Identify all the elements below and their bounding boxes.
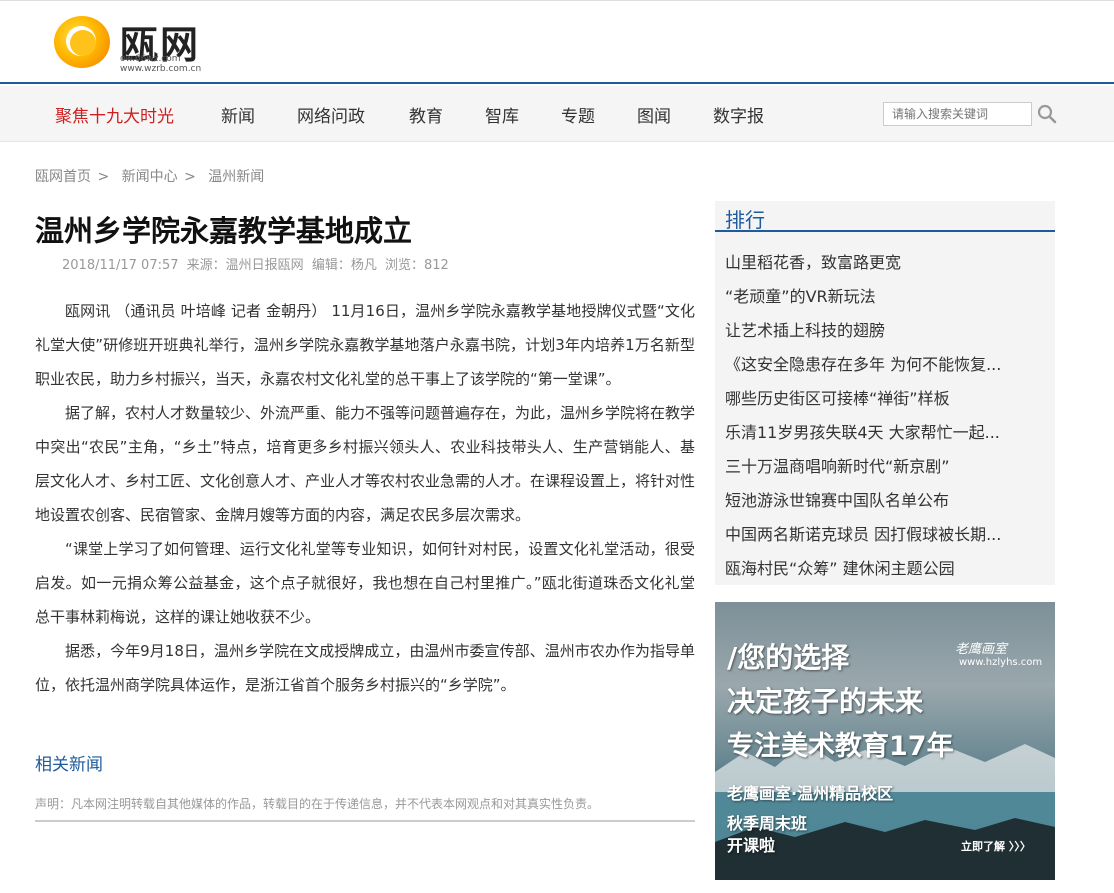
article-editor: 编辑：杨凡 [311, 258, 377, 273]
breadcrumb-news-center[interactable]: 新闻中心 [122, 169, 178, 185]
ranking-item[interactable]: 中国两名斯诺克球员 因打假球被长期... [725, 521, 1025, 545]
ad-brand-logo: 老鹰画室 [955, 642, 1008, 657]
nav-item-topics[interactable]: 专题 [561, 102, 595, 127]
ranking-item[interactable]: 三十万温商唱响新时代“新京剧” [725, 453, 1025, 477]
ad-url: www.hzlyhs.com [959, 657, 1043, 668]
ranking-item[interactable]: 《这安全隐患存在多年 为何不能恢复... [725, 351, 1025, 375]
ad-class-start: 开课啦 [727, 836, 776, 855]
article-paragraph: “课堂上学习了如何管理、运行文化礼堂等专业知识，如何针对村民，设置文化礼堂活动，… [35, 540, 695, 626]
nav-item-focus[interactable]: 聚焦十九大时光 [55, 102, 174, 127]
ad-campus: 老鹰画室·温州精品校区 [727, 784, 894, 803]
article-title: 温州乡学院永嘉教学基地成立 [35, 214, 413, 248]
logo-url-1: ow.66wz.com [120, 54, 181, 64]
nav-item-think-tank[interactable]: 智库 [485, 102, 519, 127]
breadcrumb-separator: > [97, 169, 110, 185]
search-input[interactable] [883, 102, 1032, 126]
article-body: 瓯网讯 （通讯员 叶培峰 记者 金朝丹） 11月16日，温州乡学院永嘉教学基地授… [35, 294, 695, 702]
nav-item-photo-news[interactable]: 图闻 [637, 102, 671, 127]
logo-emblem-icon [54, 16, 110, 68]
ranking-divider [715, 230, 1055, 232]
article-date: 2018/11/17 07:57 [62, 258, 179, 273]
ranking-item[interactable]: 瓯海村民“众筹” 建休闲主题公园 [725, 555, 1025, 579]
ranking-item[interactable]: 让艺术插上科技的翅膀 [725, 317, 1025, 341]
article-paragraph: 据悉，今年9月18日，温州乡学院在文成授牌成立，由温州市委宣传部、温州市农办作为… [35, 642, 695, 694]
logo-url-2: www.wzrb.com.cn [120, 64, 202, 74]
nav-item-online-politics[interactable]: 网络问政 [297, 102, 365, 127]
disclaimer: 声明：凡本网注明转载自其他媒体的作品，转载目的在于传递信息，并不代表本网观点和对… [35, 795, 695, 822]
top-border [0, 0, 1114, 4]
ad-learn-more-button[interactable]: 立即了解 〉〉〉 [961, 838, 1031, 854]
logo-subtext: ow.66wz.com www.wzrb.com.cn [120, 54, 201, 74]
ranking-title: 排行 [725, 208, 765, 232]
site-header: 瓯网 ow.66wz.com www.wzrb.com.cn [0, 0, 1114, 84]
ranking-item[interactable]: 哪些历史街区可接棒“禅街”样板 [725, 385, 1025, 409]
ad-headline-1: /您的选择 [727, 641, 850, 674]
article-meta: 2018/11/17 07:57 来源：温州日报瓯网 编辑：杨凡 浏览：812 [62, 254, 453, 273]
article-paragraph: 据了解，农村人才数量较少、外流严重、能力不强等问题普遍存在，为此，温州乡学院将在… [35, 404, 696, 524]
ranking-item[interactable]: 山里稻花香，致富路更宽 [725, 249, 1025, 273]
breadcrumb-wenzhou-news[interactable]: 温州新闻 [208, 169, 264, 185]
article-source: 来源：温州日报瓯网 [186, 258, 304, 273]
breadcrumb: 瓯网首页 > 新闻中心 > 温州新闻 [35, 166, 264, 186]
site-logo[interactable]: 瓯网 ow.66wz.com www.wzrb.com.cn [54, 14, 214, 76]
breadcrumb-separator: > [184, 169, 196, 185]
main-nav: 聚焦十九大时光 新闻 网络问政 教育 智库 专题 图闻 数字报 [0, 86, 1114, 142]
ranking-panel: 排行 山里稻花香，致富路更宽 “老顽童”的VR新玩法 让艺术插上科技的翅膀 《这… [715, 201, 1055, 585]
nav-item-education[interactable]: 教育 [409, 102, 443, 127]
ranking-item[interactable]: 短池游泳世锦赛中国队名单公布 [725, 487, 1025, 511]
article-paragraph: 瓯网讯 （通讯员 叶培峰 记者 金朝丹） 11月16日，温州乡学院永嘉教学基地授… [35, 302, 695, 388]
breadcrumb-home[interactable]: 瓯网首页 [35, 169, 91, 185]
ad-banner[interactable]: /您的选择 决定孩子的未来 专注美术教育17年 老鹰画室·温州精品校区 秋季周末… [715, 602, 1055, 880]
ranking-item[interactable]: “老顽童”的VR新玩法 [725, 283, 1025, 307]
ad-headline-2: 决定孩子的未来 [727, 685, 924, 718]
ad-headline-3: 专注美术教育17年 [727, 731, 954, 762]
ranking-item[interactable]: 乐清11岁男孩失联4天 大家帮忙一起... [725, 419, 1025, 443]
nav-item-digital-paper[interactable]: 数字报 [713, 102, 764, 127]
nav-item-news[interactable]: 新闻 [221, 102, 255, 127]
article-views: 浏览：812 [384, 258, 449, 273]
ad-class-line: 秋季周末班 [727, 814, 808, 833]
related-news-heading: 相关新闻 [35, 755, 103, 775]
search-icon[interactable] [1037, 104, 1057, 124]
